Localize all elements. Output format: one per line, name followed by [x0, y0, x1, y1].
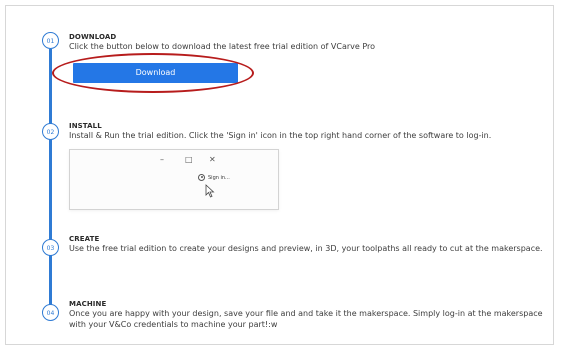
step-3-heading: CREATE [69, 235, 100, 243]
step-4-number: 04 [42, 304, 59, 321]
step-1-heading: DOWNLOAD [69, 33, 117, 41]
step-1-number: 01 [42, 32, 59, 49]
signin-label: Sign in... [208, 174, 230, 181]
step-3-description: Use the free trial edition to create you… [69, 244, 543, 253]
step-1-description: Click the button below to download the l… [69, 42, 376, 51]
user-circle-icon [198, 174, 205, 181]
maximize-icon: □ [185, 155, 193, 164]
timeline-line [49, 49, 52, 315]
mouse-pointer-icon [205, 184, 215, 198]
step-3-number: 03 [42, 239, 59, 256]
step-4-heading: MACHINE [69, 300, 107, 308]
step-2-heading: INSTALL [69, 122, 102, 130]
install-screenshot: – □ ✕ Sign in... [69, 149, 279, 210]
close-icon: ✕ [209, 155, 216, 164]
signin-button[interactable]: Sign in... [198, 174, 230, 181]
step-2-description: Install & Run the trial edition. Click t… [69, 131, 492, 140]
minimize-icon: – [160, 155, 164, 164]
step-2-number: 02 [42, 123, 59, 140]
step-4-description: Once you are happy with your design, sav… [69, 309, 543, 329]
steps-panel: 01 DOWNLOAD Click the button below to do… [5, 5, 554, 345]
highlight-annotation [52, 53, 254, 93]
